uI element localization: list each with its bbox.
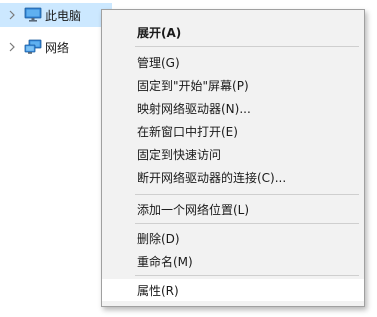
menu-item-label: 映射网络驱动器(N)... — [137, 101, 251, 116]
menu-item-label: 重命名(M) — [137, 254, 193, 269]
menu-item-label: 固定到快速访问 — [137, 147, 222, 162]
menu-item-label: 属性(R) — [137, 283, 179, 298]
tree-item-network[interactable]: 网络 — [0, 35, 112, 59]
chevron-right-icon[interactable] — [8, 9, 16, 21]
context-menu: 展开(A) 管理(G) 固定到"开始"屏幕(P) 映射网络驱动器(N)... 在… — [101, 9, 365, 307]
menu-item-delete[interactable]: 删除(D) — [102, 227, 364, 249]
tree-item-this-pc[interactable]: 此电脑 — [0, 3, 112, 27]
menu-item-expand[interactable]: 展开(A) — [102, 21, 364, 43]
menu-item-label: 展开(A) — [137, 25, 182, 40]
menu-item-add-network-location[interactable]: 添加一个网络位置(L) — [102, 198, 364, 220]
menu-item-map-network-drive[interactable]: 映射网络驱动器(N)... — [102, 97, 364, 119]
computer-icon — [24, 7, 42, 22]
menu-item-label: 固定到"开始"屏幕(P) — [137, 78, 249, 93]
menu-item-pin-quick-access[interactable]: 固定到快速访问 — [102, 143, 364, 165]
tree-item-label: 此电脑 — [45, 8, 82, 23]
menu-item-rename[interactable]: 重命名(M) — [102, 250, 364, 272]
menu-item-label: 添加一个网络位置(L) — [137, 202, 250, 217]
chevron-right-icon[interactable] — [8, 41, 16, 53]
menu-item-manage[interactable]: 管理(G) — [102, 51, 364, 73]
menu-separator — [135, 275, 359, 276]
menu-item-open-new-window[interactable]: 在新窗口中打开(E) — [102, 120, 364, 142]
menu-item-disconnect-network-drive[interactable]: 断开网络驱动器的连接(C)... — [102, 166, 364, 188]
menu-separator — [135, 223, 359, 224]
menu-item-label: 管理(G) — [137, 55, 180, 70]
menu-item-label: 在新窗口中打开(E) — [137, 124, 238, 139]
menu-item-pin-to-start[interactable]: 固定到"开始"屏幕(P) — [102, 74, 364, 96]
menu-separator — [135, 194, 359, 195]
tree-item-label: 网络 — [45, 40, 70, 55]
network-icon — [24, 39, 42, 54]
menu-item-label: 删除(D) — [137, 231, 180, 246]
menu-separator — [135, 46, 359, 47]
menu-item-properties[interactable]: 属性(R) — [102, 279, 364, 301]
menu-item-label: 断开网络驱动器的连接(C)... — [137, 170, 287, 185]
